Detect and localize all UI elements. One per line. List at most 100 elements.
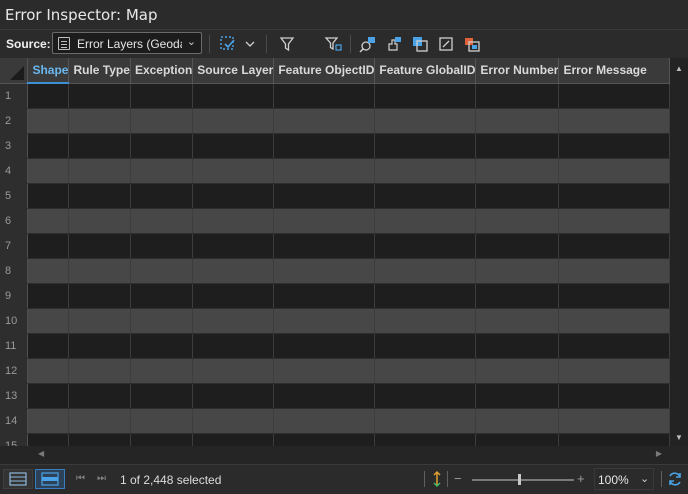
table-cell[interactable] (192, 233, 275, 259)
column-header-feature-objectid[interactable]: Feature ObjectID (273, 58, 376, 84)
table-cell[interactable] (27, 333, 70, 359)
table-row[interactable]: 11 (0, 333, 670, 359)
table-cell[interactable] (68, 158, 131, 184)
table-cell[interactable] (130, 83, 194, 109)
table-row[interactable]: 15 (0, 433, 670, 446)
table-cell[interactable] (374, 108, 477, 134)
table-cell[interactable] (374, 208, 477, 234)
table-cell[interactable] (68, 208, 131, 234)
refresh-button[interactable] (666, 470, 684, 491)
row-number[interactable]: 6 (0, 208, 29, 234)
table-row[interactable]: 7 (0, 233, 670, 259)
table-cell[interactable] (68, 433, 131, 446)
column-header-shape[interactable]: Shape (27, 58, 70, 84)
table-cell[interactable] (68, 133, 131, 159)
table-row[interactable]: 13 (0, 383, 670, 409)
table-cell[interactable] (130, 233, 194, 259)
table-cell[interactable] (192, 83, 275, 109)
table-cell[interactable] (374, 308, 477, 334)
scroll-up-icon[interactable]: ▲ (675, 64, 683, 73)
table-cell[interactable] (192, 108, 275, 134)
table-cell[interactable] (273, 408, 376, 434)
table-cell[interactable] (558, 283, 670, 309)
zoom-slider-thumb[interactable] (518, 474, 521, 485)
table-cell[interactable] (558, 433, 670, 446)
table-cell[interactable] (68, 333, 131, 359)
table-row[interactable]: 8 (0, 258, 670, 284)
mark-error-button[interactable] (461, 33, 483, 55)
table-cell[interactable] (558, 383, 670, 409)
table-cell[interactable] (374, 283, 477, 309)
table-cell[interactable] (374, 358, 477, 384)
scroll-left-icon[interactable]: ◀ (38, 449, 44, 458)
row-number[interactable]: 15 (0, 433, 29, 446)
table-cell[interactable] (374, 258, 477, 284)
table-cell[interactable] (68, 383, 131, 409)
row-number[interactable]: 5 (0, 183, 29, 209)
table-cell[interactable] (27, 83, 70, 109)
table-row[interactable]: 6 (0, 208, 670, 234)
table-cell[interactable] (68, 358, 131, 384)
table-row[interactable]: 2 (0, 108, 670, 134)
table-cell[interactable] (192, 133, 275, 159)
row-number[interactable]: 11 (0, 333, 29, 359)
scroll-down-icon[interactable]: ▼ (675, 433, 683, 442)
table-cell[interactable] (68, 108, 131, 134)
table-cell[interactable] (558, 233, 670, 259)
row-number[interactable]: 1 (0, 83, 29, 109)
table-cell[interactable] (558, 183, 670, 209)
table-cell[interactable] (475, 333, 560, 359)
table-cell[interactable] (558, 208, 670, 234)
table-cell[interactable] (192, 383, 275, 409)
table-cell[interactable] (130, 258, 194, 284)
select-all-corner[interactable] (0, 58, 29, 84)
table-cell[interactable] (27, 408, 70, 434)
filter-button[interactable] (276, 33, 298, 55)
table-cell[interactable] (558, 308, 670, 334)
table-cell[interactable] (558, 83, 670, 109)
table-cell[interactable] (475, 208, 560, 234)
table-cell[interactable] (27, 133, 70, 159)
table-cell[interactable] (558, 333, 670, 359)
column-header-rule-type[interactable]: Rule Type (68, 58, 131, 84)
table-cell[interactable] (374, 408, 477, 434)
table-cell[interactable] (130, 133, 194, 159)
select-features-button[interactable] (409, 33, 431, 55)
table-cell[interactable] (273, 333, 376, 359)
row-number[interactable]: 10 (0, 308, 29, 334)
table-cell[interactable] (68, 83, 131, 109)
table-cell[interactable] (273, 133, 376, 159)
zoom-out-icon[interactable]: − (454, 471, 462, 486)
table-cell[interactable] (27, 233, 70, 259)
select-by-extent-button[interactable] (217, 33, 239, 55)
table-cell[interactable] (374, 83, 477, 109)
source-dropdown[interactable]: Error Layers (Geodat ⌄ (52, 32, 202, 54)
first-record-icon[interactable]: ⏮ (76, 473, 85, 484)
table-cell[interactable] (27, 358, 70, 384)
table-cell[interactable] (273, 108, 376, 134)
filter-settings-button[interactable] (322, 33, 344, 55)
table-cell[interactable] (192, 183, 275, 209)
table-cell[interactable] (27, 433, 70, 446)
table-cell[interactable] (192, 258, 275, 284)
mark-exception-button[interactable] (435, 33, 457, 55)
table-cell[interactable] (374, 333, 477, 359)
show-all-records-button[interactable] (3, 469, 33, 489)
table-cell[interactable] (192, 433, 275, 446)
table-cell[interactable] (558, 258, 670, 284)
table-cell[interactable] (27, 308, 70, 334)
table-row[interactable]: 14 (0, 408, 670, 434)
table-cell[interactable] (130, 283, 194, 309)
table-cell[interactable] (475, 108, 560, 134)
table-cell[interactable] (558, 358, 670, 384)
table-cell[interactable] (130, 433, 194, 446)
table-cell[interactable] (192, 333, 275, 359)
table-cell[interactable] (273, 83, 376, 109)
table-cell[interactable] (27, 283, 70, 309)
column-header-exception[interactable]: Exception (130, 58, 194, 84)
table-cell[interactable] (475, 433, 560, 446)
table-cell[interactable] (273, 233, 376, 259)
next-record-icon[interactable]: ⏭ (97, 473, 106, 484)
row-number[interactable]: 8 (0, 258, 29, 284)
table-cell[interactable] (27, 208, 70, 234)
